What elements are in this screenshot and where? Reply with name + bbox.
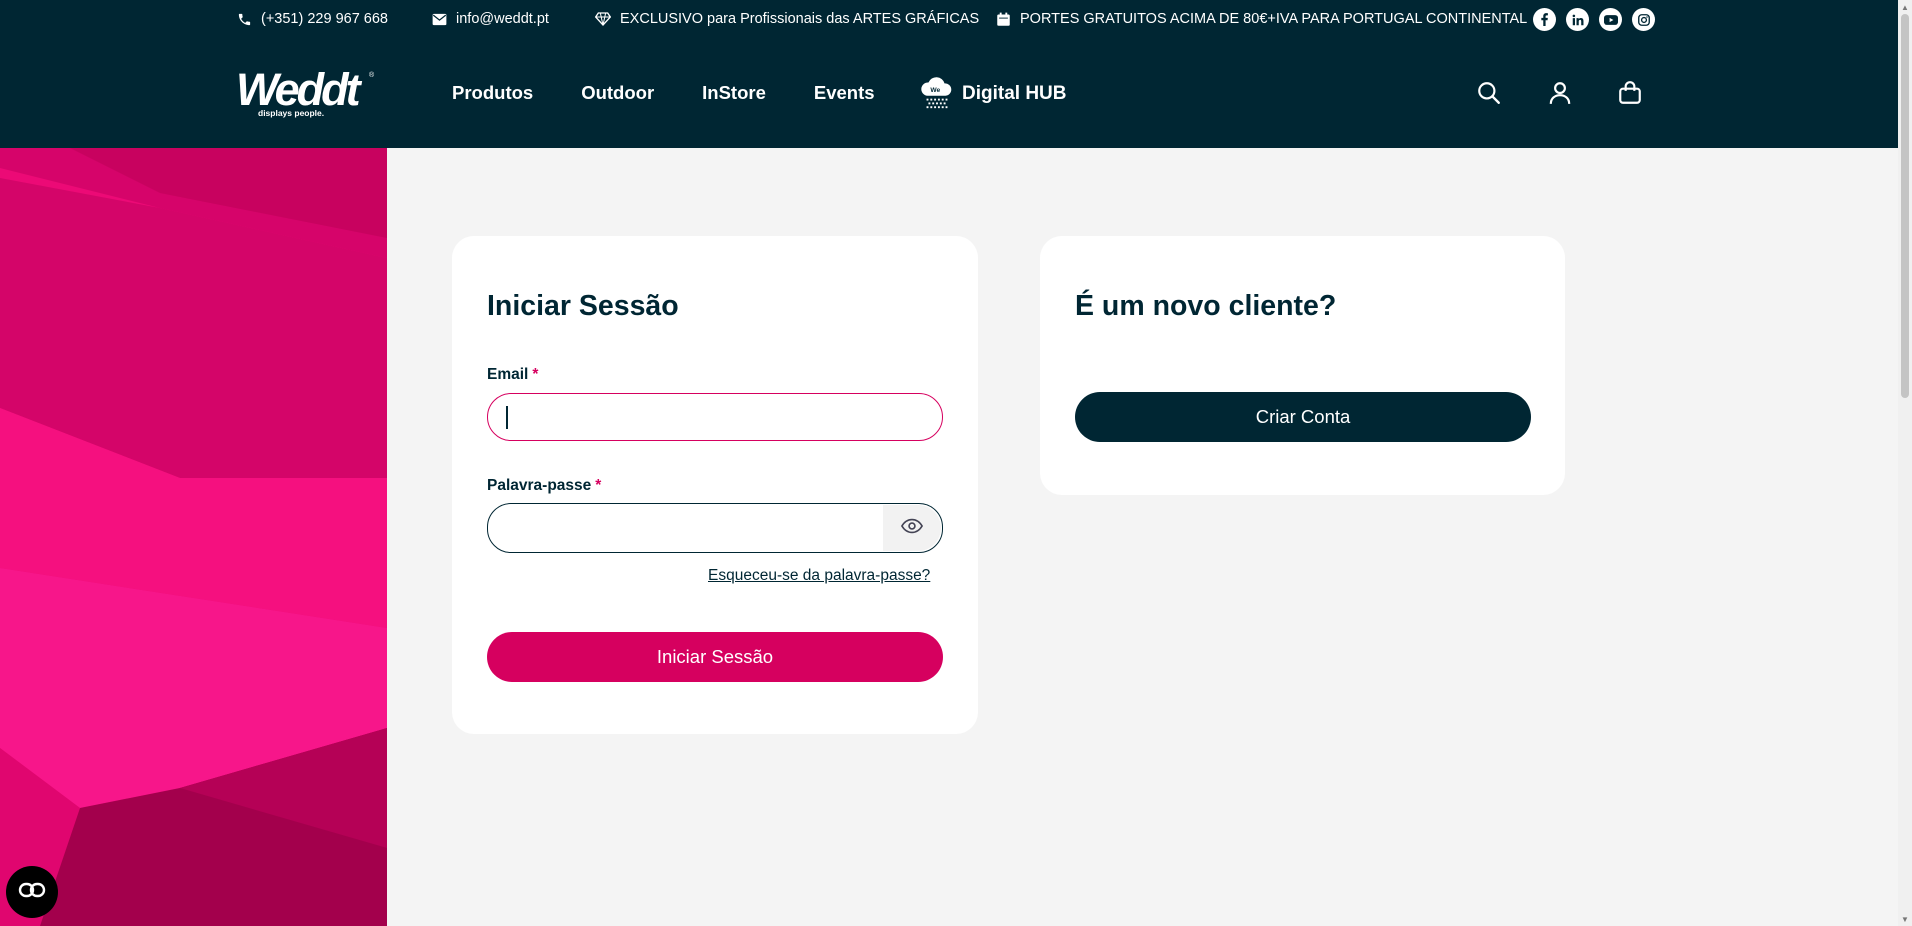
logo-wordmark: Weddt bbox=[236, 64, 361, 115]
user-icon[interactable] bbox=[1547, 80, 1573, 111]
password-input[interactable] bbox=[487, 503, 943, 553]
svg-text:We: We bbox=[930, 87, 940, 94]
youtube-icon[interactable] bbox=[1599, 8, 1622, 31]
top-info-bar: (+351) 229 967 668 info@weddt.pt EXCLUSI… bbox=[0, 0, 1898, 38]
text-caret bbox=[506, 406, 508, 429]
cart-icon[interactable] bbox=[1617, 80, 1643, 111]
page-scrollbar[interactable]: ▲ ▼ bbox=[1898, 0, 1912, 926]
email-label: Email * bbox=[487, 366, 539, 383]
cloud-icon: We bbox=[918, 73, 956, 116]
main-nav: Produtos Outdoor InStore Events bbox=[452, 38, 923, 148]
logo-tagline: displays people. bbox=[258, 108, 325, 118]
required-mark: * bbox=[595, 477, 602, 494]
nav-outdoor[interactable]: Outdoor bbox=[581, 82, 654, 104]
email-input[interactable] bbox=[487, 393, 943, 441]
create-account-button[interactable]: Criar Conta bbox=[1075, 392, 1531, 442]
facebook-icon[interactable] bbox=[1533, 8, 1556, 31]
exclusive-info: EXCLUSIVO para Profissionais das ARTES G… bbox=[595, 0, 979, 38]
weddt-logo[interactable]: Weddt ® displays people. bbox=[236, 64, 376, 120]
decorative-pink-panel bbox=[0, 148, 387, 926]
phone-info[interactable]: (+351) 229 967 668 bbox=[237, 0, 388, 38]
scroll-thumb[interactable] bbox=[1901, 14, 1909, 398]
phone-icon bbox=[237, 12, 252, 27]
new-customer-title: É um novo cliente? bbox=[1075, 290, 1337, 322]
accessibility-widget-button[interactable] bbox=[6, 866, 58, 918]
nav-events[interactable]: Events bbox=[814, 82, 875, 104]
nav-instore[interactable]: InStore bbox=[702, 82, 766, 104]
nav-produtos[interactable]: Produtos bbox=[452, 82, 533, 104]
calendar-icon bbox=[996, 12, 1011, 27]
login-card: Iniciar Sessão Email * Palavra-passe * Esq… bbox=[452, 236, 978, 734]
scroll-up-arrow[interactable]: ▲ bbox=[1898, 0, 1912, 14]
search-icon[interactable] bbox=[1476, 80, 1502, 111]
social-links bbox=[1533, 8, 1655, 31]
scroll-down-arrow[interactable]: ▼ bbox=[1898, 912, 1912, 926]
main-header: Weddt ® displays people. Produtos Outdoo… bbox=[0, 38, 1898, 148]
link-icon bbox=[18, 882, 46, 903]
mail-icon bbox=[432, 13, 447, 26]
shipping-text: PORTES GRATUITOS ACIMA DE 80€+IVA PARA P… bbox=[1020, 11, 1528, 27]
required-mark: * bbox=[532, 366, 539, 383]
forgot-password-link[interactable]: Esqueceu-se da palavra-passe? bbox=[708, 567, 930, 585]
email-address: info@weddt.pt bbox=[456, 11, 549, 27]
login-title: Iniciar Sessão bbox=[487, 290, 679, 322]
show-password-toggle[interactable] bbox=[883, 505, 941, 551]
new-customer-card: É um novo cliente? Criar Conta bbox=[1040, 236, 1565, 495]
phone-number: (+351) 229 967 668 bbox=[261, 11, 388, 27]
email-info[interactable]: info@weddt.pt bbox=[432, 0, 549, 38]
linkedin-icon[interactable] bbox=[1566, 8, 1589, 31]
instagram-icon[interactable] bbox=[1632, 8, 1655, 31]
login-submit-button[interactable]: Iniciar Sessão bbox=[487, 632, 943, 682]
password-label: Palavra-passe * bbox=[487, 477, 602, 494]
diamond-icon bbox=[595, 12, 611, 26]
exclusive-text: EXCLUSIVO para Profissionais das ARTES G… bbox=[620, 11, 980, 27]
digital-hub-link[interactable]: We Digital HUB bbox=[918, 74, 1067, 114]
shipping-info: PORTES GRATUITOS ACIMA DE 80€+IVA PARA P… bbox=[996, 0, 1527, 38]
eye-icon bbox=[900, 518, 924, 539]
digital-hub-label: Digital HUB bbox=[962, 83, 1067, 104]
